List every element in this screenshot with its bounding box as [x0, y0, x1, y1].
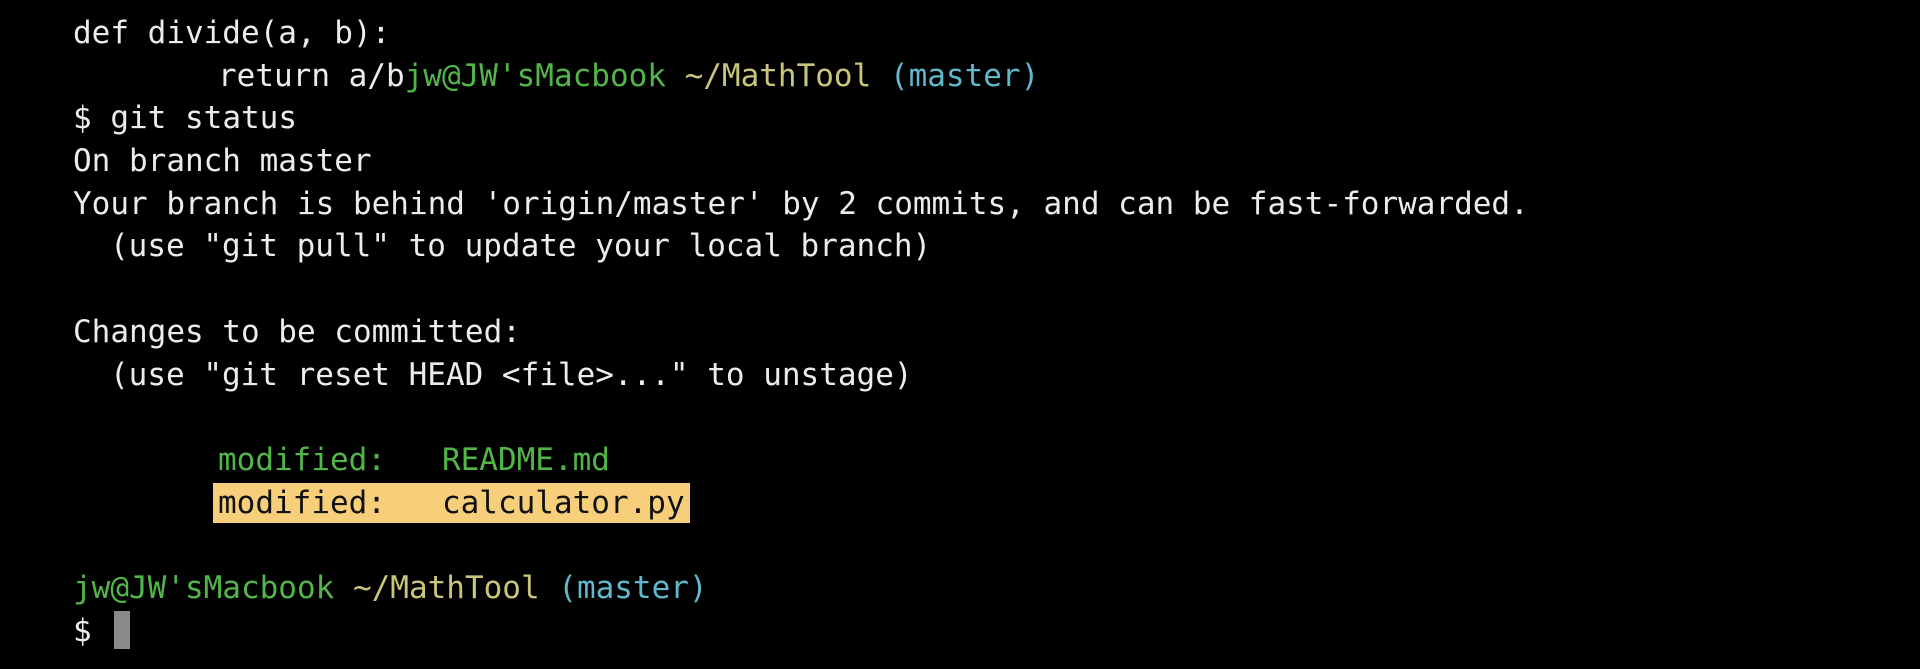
- code-return-text: return a/b: [218, 57, 405, 94]
- prompt-user-host: jw@JW'sMacbook: [404, 57, 666, 94]
- staged-file-row: modified: README.md: [73, 439, 1920, 482]
- command-line: $ git status: [73, 97, 1920, 140]
- changes-header-text: Changes to be committed:: [73, 313, 521, 350]
- on-branch-text: On branch master: [73, 143, 372, 180]
- command-text: git status: [110, 100, 297, 137]
- prompt-path: ~/MathTool: [352, 569, 540, 606]
- pull-hint-text: (use "git pull" to update your local bra…: [110, 228, 932, 265]
- output-changes-header: Changes to be committed:: [73, 311, 1920, 354]
- input-line[interactable]: $: [73, 610, 1920, 653]
- output-reset-hint: (use "git reset HEAD <file>..." to unsta…: [73, 354, 1920, 397]
- terminal-cursor[interactable]: [114, 611, 131, 650]
- prompt-line: jw@JW'sMacbook ~/MathTool (master): [73, 567, 1920, 610]
- prompt-symbol: $: [73, 100, 92, 137]
- file-status: modified:: [218, 441, 386, 478]
- code-def-text: def divide(a, b):: [73, 15, 391, 51]
- code-return-line: return a/bjw@JW'sMacbook ~/MathTool (mas…: [73, 55, 1920, 98]
- reset-hint-text: (use "git reset HEAD <file>..." to unsta…: [110, 356, 913, 393]
- highlighted-file-entry: modified: calculator.py: [213, 482, 690, 523]
- prompt-path: ~/MathTool: [684, 57, 872, 94]
- code-def-line: def divide(a, b):: [73, 12, 1920, 55]
- terminal-window[interactable]: def divide(a, b): return a/bjw@JW'sMacbo…: [0, 0, 1920, 669]
- prompt-branch: (master): [558, 569, 708, 606]
- file-status: modified:: [218, 484, 386, 521]
- prompt-branch: (master): [889, 57, 1040, 94]
- prompt-symbol: $: [73, 612, 92, 649]
- behind-text: Your branch is behind 'origin/master' by…: [73, 185, 1529, 222]
- output-on-branch: On branch master: [73, 140, 1920, 183]
- staged-file-row-highlighted: modified: calculator.py: [73, 482, 1920, 525]
- prompt-user-host: jw@JW'sMacbook: [73, 569, 335, 606]
- output-behind: Your branch is behind 'origin/master' by…: [73, 183, 1920, 226]
- file-name: calculator.py: [441, 484, 685, 521]
- file-name: README.md: [441, 441, 610, 478]
- output-pull-hint: (use "git pull" to update your local bra…: [73, 225, 1920, 268]
